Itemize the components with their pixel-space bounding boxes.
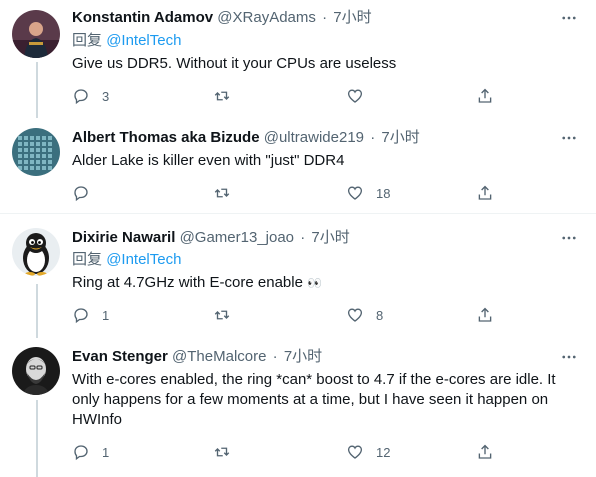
comment-icon — [74, 445, 88, 461]
reply-button[interactable]: 1 — [72, 305, 109, 325]
heart-icon — [347, 308, 363, 322]
user-handle[interactable]: @XRayAdams — [217, 9, 316, 26]
comment-icon — [74, 89, 88, 105]
share-icon — [478, 88, 492, 103]
comment-icon — [74, 308, 88, 324]
avatar[interactable] — [12, 10, 60, 58]
tweet-text: Give us DDR5. Without it your CPUs are u… — [72, 55, 397, 72]
tweet-text-body: Ring at 4.7GHz with E-core enable — [72, 274, 308, 291]
avatar[interactable] — [12, 347, 60, 395]
tweet-actions: 18 — [72, 183, 512, 203]
like-count: 12 — [376, 444, 391, 460]
divider — [0, 213, 596, 214]
more-button[interactable] — [556, 228, 582, 248]
heart-icon — [347, 445, 363, 459]
separator-dot: · — [300, 229, 306, 246]
like-button[interactable] — [346, 86, 376, 106]
separator-dot: · — [272, 348, 278, 365]
mention-link[interactable]: @IntelTech — [106, 32, 181, 49]
more-icon — [562, 16, 576, 20]
more-icon — [562, 236, 576, 240]
display-name[interactable]: Konstantin Adamov — [72, 9, 213, 26]
like-count: 18 — [376, 185, 391, 201]
more-icon — [562, 136, 576, 140]
timestamp[interactable]: 7小时 — [311, 229, 349, 246]
share-button[interactable] — [476, 305, 494, 325]
timestamp[interactable]: 7小时 — [284, 348, 322, 365]
reply-count: 1 — [102, 307, 110, 323]
reply-button[interactable]: 3 — [72, 86, 109, 106]
more-button[interactable] — [556, 347, 582, 367]
like-button[interactable]: 18 — [346, 183, 390, 203]
separator-dot: · — [322, 9, 328, 26]
thread-line — [36, 284, 38, 338]
tweet-header: Evan Stenger @TheMalcore · 7小时 — [72, 347, 322, 367]
heart-icon — [347, 186, 363, 200]
user-handle[interactable]: @Gamer13_joao — [180, 229, 294, 246]
display-name[interactable]: Dixirie Nawaril — [72, 229, 175, 246]
retweet-button[interactable] — [213, 86, 243, 106]
like-button[interactable]: 12 — [346, 442, 390, 462]
tweet-text-line: HWInfo — [72, 411, 123, 428]
reply-button[interactable]: 1 — [72, 442, 109, 462]
reply-button[interactable] — [72, 183, 102, 203]
share-button[interactable] — [476, 183, 494, 203]
thread-line — [36, 62, 38, 118]
thread-line — [36, 400, 38, 477]
tweet-text: Ring at 4.7GHz with E-core enable 👀 — [72, 273, 582, 293]
more-icon — [562, 355, 576, 359]
retweet-icon — [214, 91, 230, 101]
comment-icon — [74, 186, 88, 202]
display-name[interactable]: Evan Stenger — [72, 348, 168, 365]
eyes-emoji: 👀 — [307, 276, 322, 290]
share-icon — [478, 444, 492, 459]
like-button[interactable]: 8 — [346, 305, 383, 325]
like-count: 8 — [376, 307, 384, 323]
display-name[interactable]: Albert Thomas aka Bizude — [72, 129, 260, 146]
share-button[interactable] — [476, 442, 494, 462]
heart-icon — [347, 89, 363, 103]
user-handle[interactable]: @TheMalcore — [172, 348, 266, 365]
retweet-icon — [214, 188, 230, 198]
tweet-text-line: With e-cores enabled, the ring *can* boo… — [72, 371, 556, 388]
timestamp[interactable]: 7小时 — [381, 129, 419, 146]
retweet-button[interactable] — [213, 442, 243, 462]
reply-count: 3 — [102, 88, 110, 104]
tweet-actions: 1 8 — [72, 305, 512, 325]
reply-count: 1 — [102, 444, 110, 460]
tweet-header: Konstantin Adamov @XRayAdams · 7小时 — [72, 8, 372, 28]
more-button[interactable] — [556, 128, 582, 148]
more-button[interactable] — [556, 8, 582, 28]
share-button[interactable] — [476, 86, 494, 106]
avatar[interactable] — [12, 228, 60, 276]
tweet-actions: 3 — [72, 86, 512, 106]
tweet-header: Albert Thomas aka Bizude @ultrawide219 ·… — [72, 128, 420, 148]
separator-dot: · — [370, 129, 376, 146]
reply-context: 回复 @IntelTech — [72, 250, 181, 270]
tweet-text-line: only happens for a few moments at a time… — [72, 391, 549, 408]
tweet-header: Dixirie Nawaril @Gamer13_joao · 7小时 — [72, 228, 350, 248]
share-icon — [478, 185, 492, 200]
retweet-icon — [214, 447, 230, 457]
avatar[interactable] — [12, 128, 60, 176]
mention-link[interactable]: @IntelTech — [106, 251, 181, 268]
user-handle[interactable]: @ultrawide219 — [264, 129, 364, 146]
retweet-button[interactable] — [213, 305, 243, 325]
tweet-text: With e-cores enabled, the ring *can* boo… — [72, 370, 582, 430]
retweet-icon — [214, 310, 230, 320]
reply-context: 回复 @IntelTech — [72, 31, 181, 51]
tweet-actions: 1 12 — [72, 442, 512, 462]
share-icon — [478, 307, 492, 322]
reply-prefix: 回复 — [72, 32, 103, 49]
timestamp[interactable]: 7小时 — [333, 9, 371, 26]
retweet-button[interactable] — [213, 183, 243, 203]
reply-prefix: 回复 — [72, 251, 103, 268]
tweet-text: Alder Lake is killer even with "just" DD… — [72, 152, 345, 169]
